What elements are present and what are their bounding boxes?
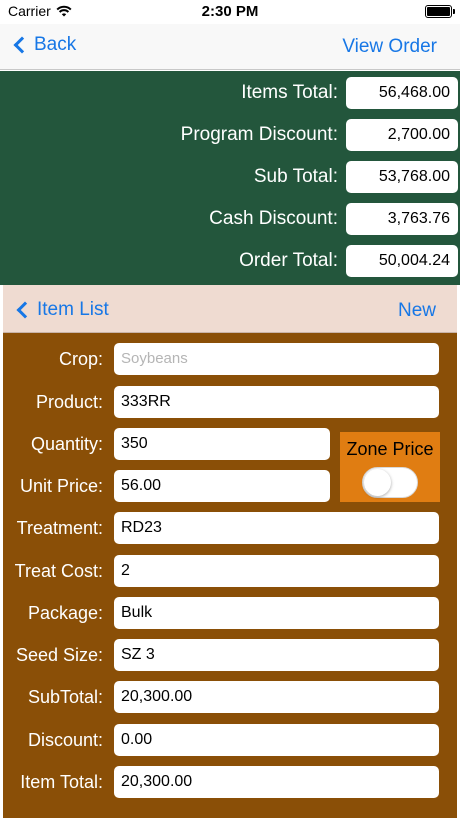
item-list-header: Item List New bbox=[3, 285, 457, 333]
seed-size-label: Seed Size: bbox=[15, 645, 103, 665]
item-total-field[interactable]: 20,300.00 bbox=[114, 766, 439, 798]
package-label: Package: bbox=[27, 603, 103, 623]
quantity-label: Quantity: bbox=[30, 434, 103, 454]
program-discount-label: Program Discount: bbox=[180, 124, 338, 145]
crop-field[interactable]: Soybeans bbox=[114, 343, 439, 375]
treat-cost-label: Treat Cost: bbox=[14, 561, 103, 581]
zone-price-toggle[interactable] bbox=[362, 467, 418, 498]
chevron-left-icon bbox=[16, 301, 34, 319]
back-button[interactable]: Back bbox=[12, 34, 76, 56]
zone-price-label: Zone Price bbox=[346, 439, 434, 459]
items-total-value: 56,468.00 bbox=[346, 77, 458, 109]
crop-label: Crop: bbox=[58, 349, 103, 369]
unit-price-field[interactable]: 56.00 bbox=[114, 470, 330, 502]
back-label: Back bbox=[34, 34, 77, 55]
order-total-value: 50,004.24 bbox=[346, 245, 458, 277]
chevron-left-icon bbox=[13, 36, 31, 54]
discount-field[interactable]: 0.00 bbox=[114, 724, 439, 756]
treatment-label: Treatment: bbox=[16, 518, 103, 538]
package-field[interactable]: Bulk bbox=[114, 597, 439, 629]
battery-icon bbox=[425, 5, 452, 18]
new-item-button[interactable]: New bbox=[398, 300, 436, 322]
seed-size-field[interactable]: SZ 3 bbox=[114, 639, 439, 671]
cash-discount-label: Cash Discount: bbox=[209, 208, 338, 229]
item-list-back-button[interactable]: Item List bbox=[15, 299, 109, 321]
status-time: 2:30 PM bbox=[201, 3, 259, 20]
summary-row-sub-total: Sub Total: 53,768.00 bbox=[0, 160, 460, 193]
program-discount-value: 2,700.00 bbox=[346, 119, 458, 151]
summary-row-program-discount: Program Discount: 2,700.00 bbox=[0, 118, 460, 151]
view-order-button[interactable]: View Order bbox=[342, 36, 437, 58]
product-field[interactable]: 333RR bbox=[114, 386, 439, 418]
product-label: Product: bbox=[35, 392, 103, 412]
treat-cost-field[interactable]: 2 bbox=[114, 555, 439, 587]
summary-row-cash-discount: Cash Discount: 3,763.76 bbox=[0, 202, 460, 235]
subtotal-field[interactable]: 20,300.00 bbox=[114, 681, 439, 713]
item-list-label: Item List bbox=[37, 299, 109, 320]
order-summary: Items Total: 56,468.00 Program Discount:… bbox=[0, 71, 460, 285]
toggle-knob bbox=[364, 469, 391, 496]
treatment-field[interactable]: RD23 bbox=[114, 512, 439, 544]
item-form: Crop: Soybeans Product: 333RR Quantity: … bbox=[3, 333, 457, 818]
battery-cap bbox=[453, 9, 455, 14]
sub-total-label: Sub Total: bbox=[253, 166, 338, 187]
summary-row-order-total: Order Total: 50,004.24 bbox=[0, 244, 460, 277]
status-bar: Carrier 2:30 PM bbox=[0, 0, 460, 24]
unit-price-label: Unit Price: bbox=[19, 476, 103, 496]
items-total-label: Items Total: bbox=[241, 82, 338, 103]
item-total-label: Item Total: bbox=[20, 772, 103, 792]
cash-discount-value: 3,763.76 bbox=[346, 203, 458, 235]
sub-total-value: 53,768.00 bbox=[346, 161, 458, 193]
order-total-label: Order Total: bbox=[239, 250, 338, 271]
summary-row-items-total: Items Total: 56,468.00 bbox=[0, 76, 460, 109]
discount-label: Discount: bbox=[27, 730, 103, 750]
zone-price-panel: Zone Price bbox=[340, 432, 440, 502]
quantity-field[interactable]: 350 bbox=[114, 428, 330, 460]
subtotal-label: SubTotal: bbox=[27, 687, 103, 707]
navigation-bar: Back View Order bbox=[0, 24, 460, 70]
